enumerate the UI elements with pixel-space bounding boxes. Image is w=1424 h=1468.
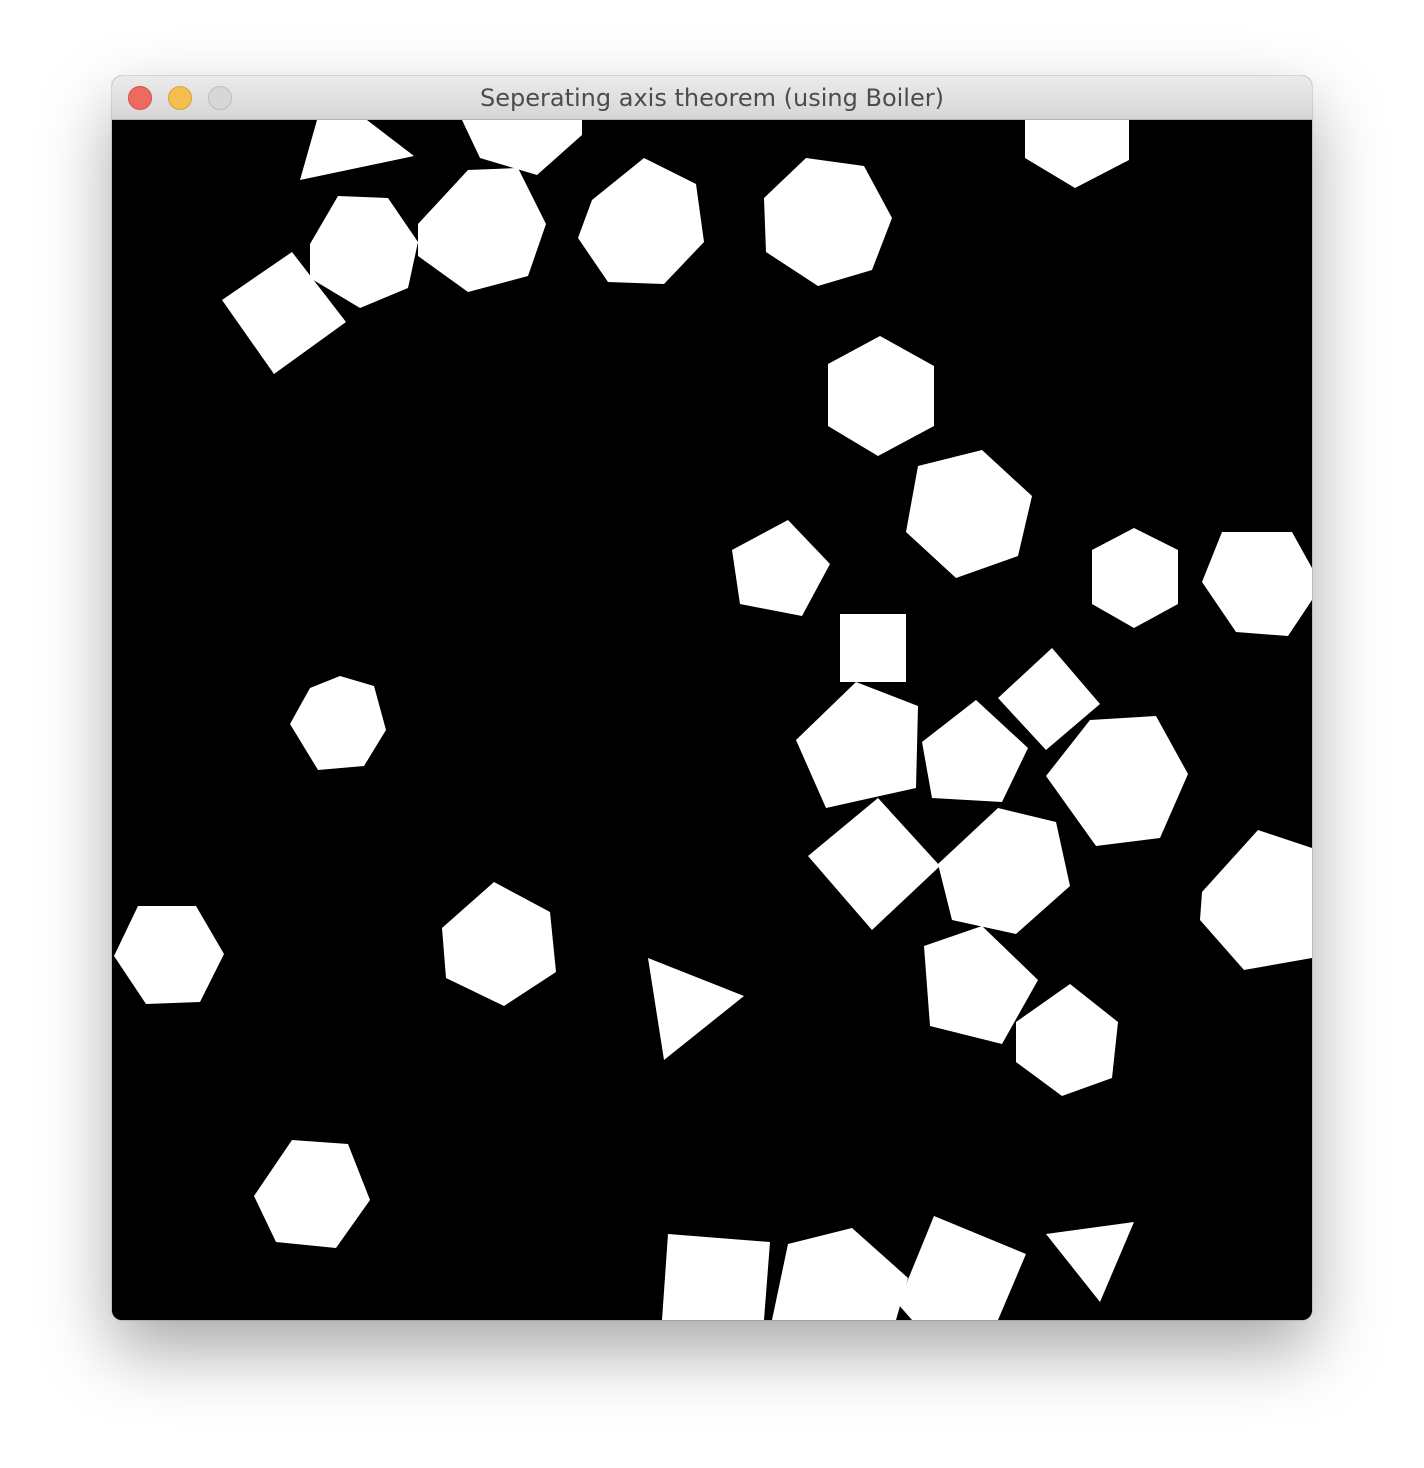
heptagon-shape [418,168,546,292]
pentagon-shape [772,1228,908,1320]
heptagon-shape [1200,830,1312,970]
square-shape [662,1234,770,1320]
square-shape [840,614,906,682]
pentagon-shape [462,120,582,175]
pentagon-shape [732,520,830,616]
heptagon-shape [1202,532,1312,636]
heptagon-shape [1016,984,1118,1096]
pentagon-shape [796,682,918,808]
hexagon-shape [442,882,556,1006]
hexagon-shape [906,450,1032,578]
hexagon-shape [1046,716,1188,846]
triangle-shape [648,958,744,1060]
triangle-shape [300,120,414,180]
hexagon-shape [254,1140,370,1248]
hexagon-shape [828,336,934,456]
triangle-shape [1046,1222,1134,1302]
heptagon-shape [578,158,704,284]
square-shape [898,1216,1026,1320]
heptagon-shape [310,196,418,308]
hexagon-shape [290,676,386,770]
window-title: Seperating axis theorem (using Boiler) [480,84,944,112]
pentagon-shape [938,808,1070,934]
hexagon-shape [1092,528,1178,628]
hexagon-shape [114,906,224,1004]
render-canvas[interactable] [112,120,1312,1320]
heptagon-shape [764,158,892,286]
pentagon-shape [1025,120,1129,188]
app-window: Seperating axis theorem (using Boiler) [112,76,1312,1320]
square-shape [808,798,940,930]
title-bar[interactable]: Seperating axis theorem (using Boiler) [112,76,1312,120]
shape-layer [114,120,1312,1320]
pentagon-shape [922,700,1028,802]
